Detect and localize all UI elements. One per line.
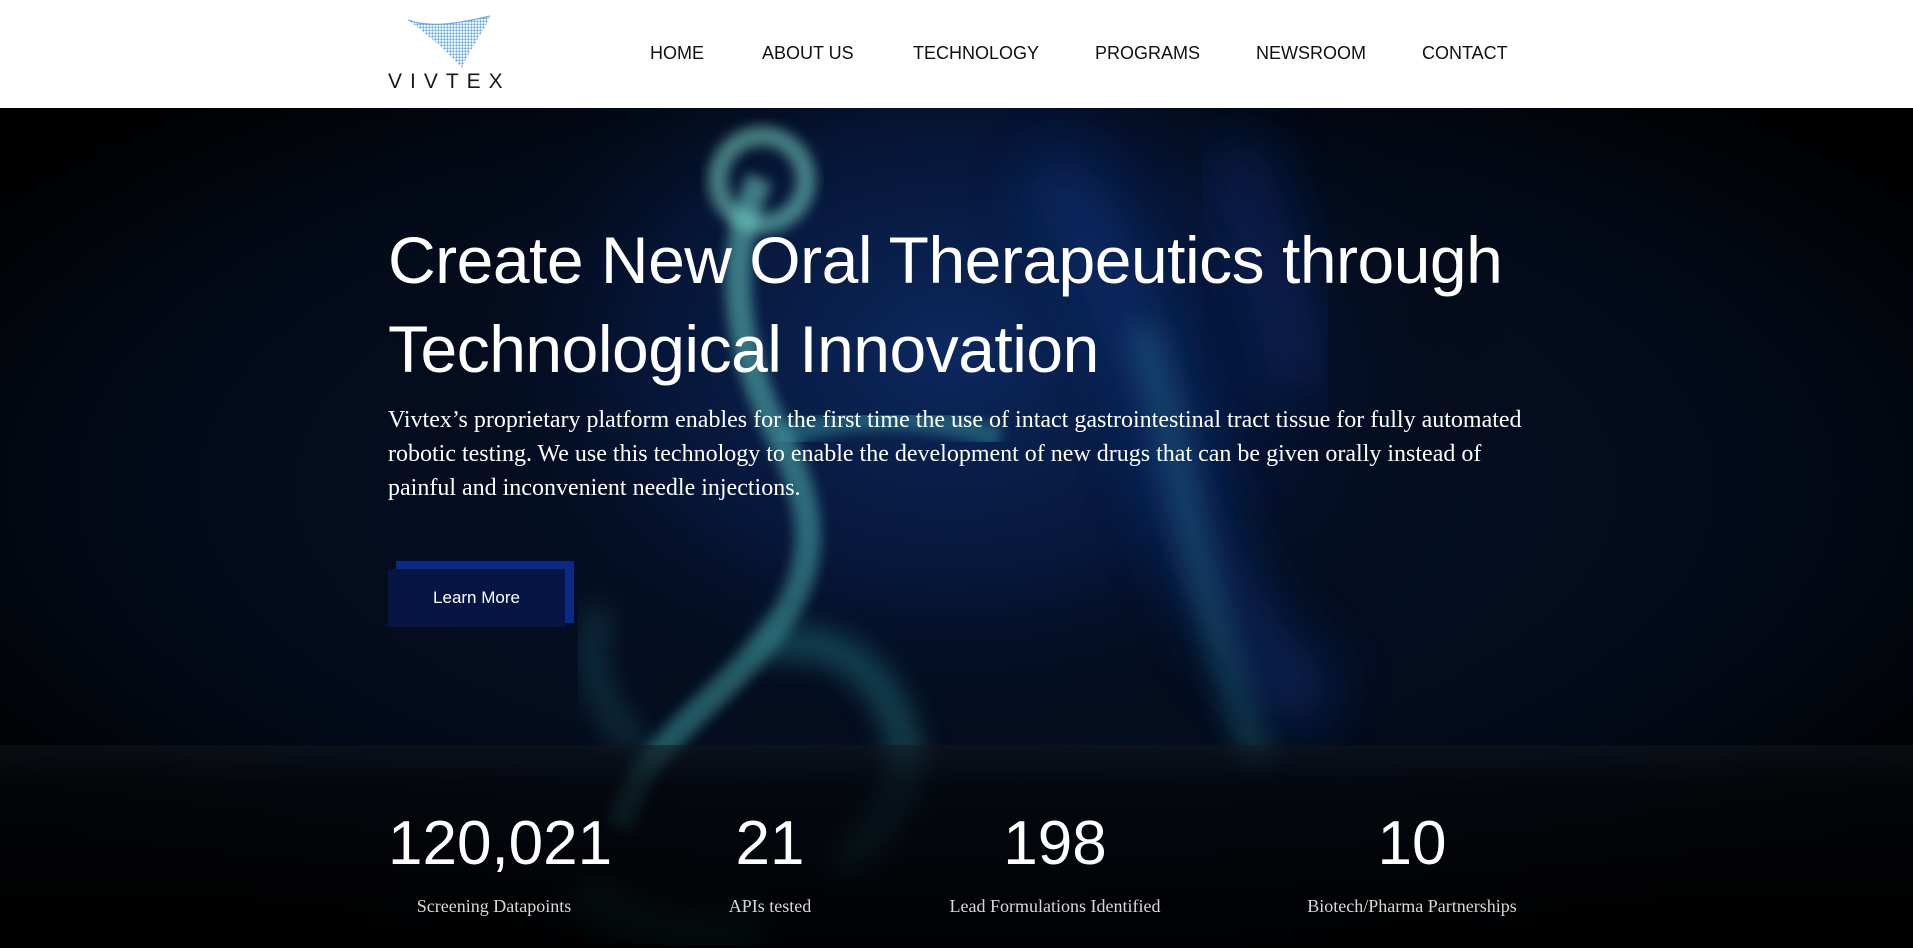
main-nav: HOME ABOUT US TECHNOLOGY PROGRAMS NEWSRO… <box>0 0 1913 108</box>
stat-value: 120,021 <box>388 809 613 878</box>
stat-value: 198 <box>1003 809 1107 878</box>
hero-title-line-2: Technological Innovation <box>388 312 1099 386</box>
stat-label: Biotech/Pharma Partnerships <box>1307 896 1517 916</box>
nav-technology[interactable]: TECHNOLOGY <box>913 42 1039 64</box>
learn-more-button[interactable]: Learn More <box>388 569 565 627</box>
stat-label: Screening Datapoints <box>416 896 572 916</box>
hero-section: Create New Oral Therapeutics through Tec… <box>0 108 1913 948</box>
site-header: VIVTEX HOME ABOUT US TECHNOLOGY PROGRAMS… <box>0 0 1913 108</box>
stat-label: APIs tested <box>728 896 812 916</box>
nav-home[interactable]: HOME <box>650 42 704 64</box>
nav-newsroom[interactable]: NEWSROOM <box>1256 42 1366 64</box>
stats-bar: 120,021 Screening Datapoints 21 APIs tes… <box>0 745 1913 948</box>
nav-contact[interactable]: CONTACT <box>1422 42 1508 64</box>
stat-value: 10 <box>1377 809 1447 878</box>
hero-title: Create New Oral Therapeutics through Tec… <box>388 216 1568 394</box>
hero-title-line-1: Create New Oral Therapeutics through <box>388 223 1503 297</box>
nav-programs[interactable]: PROGRAMS <box>1095 42 1200 64</box>
hero-description: Vivtex’s proprietary platform enables fo… <box>388 407 1522 501</box>
learn-more-container: Learn More <box>388 561 574 627</box>
stat-value: 21 <box>735 809 805 878</box>
stat-label: Lead Formulations Identified <box>949 896 1161 916</box>
nav-about-us[interactable]: ABOUT US <box>762 42 854 64</box>
